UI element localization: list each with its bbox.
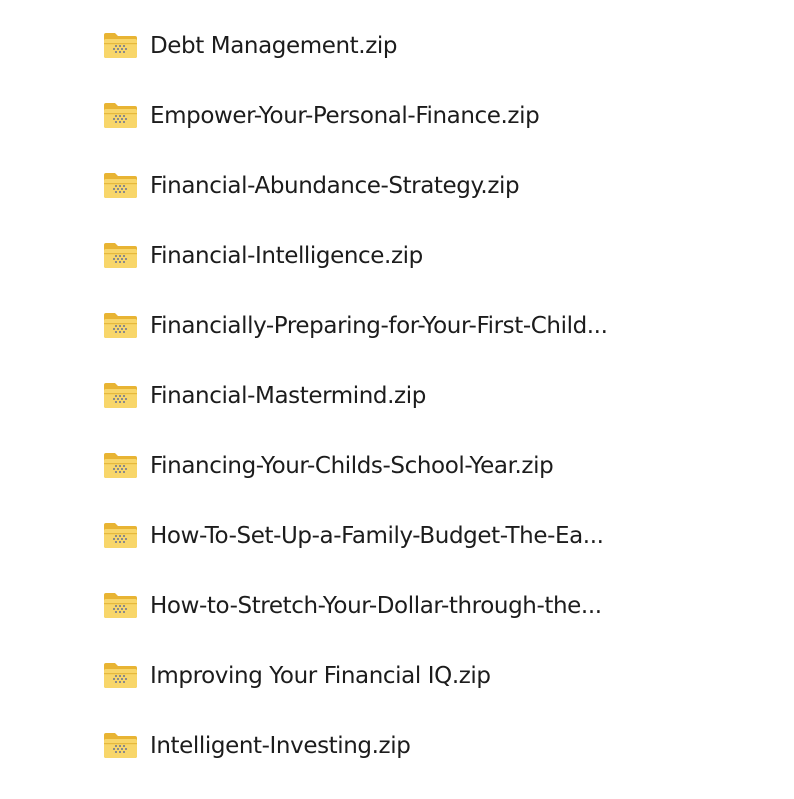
file-name: Empower-Your-Personal-Finance.zip <box>150 103 540 129</box>
file-name: Debt Management.zip <box>150 33 398 59</box>
zip-folder-icon <box>103 660 138 690</box>
zip-folder-icon <box>103 30 138 60</box>
file-item[interactable]: Improving Your Financial IQ.zip <box>103 659 743 729</box>
file-name: How-To-Set-Up-a-Family-Budget-The-Ea... <box>150 523 604 549</box>
zip-folder-icon <box>103 100 138 130</box>
file-item[interactable]: Debt Management.zip <box>103 29 743 99</box>
file-item[interactable]: Financially-Preparing-for-Your-First-Chi… <box>103 309 743 379</box>
file-name: Improving Your Financial IQ.zip <box>150 663 491 689</box>
file-item[interactable]: Intelligent-Investing.zip <box>103 729 743 799</box>
file-name: How-to-Stretch-Your-Dollar-through-the..… <box>150 593 602 619</box>
zip-folder-icon <box>103 520 138 550</box>
file-item[interactable]: How-To-Set-Up-a-Family-Budget-The-Ea... <box>103 519 743 589</box>
zip-folder-icon <box>103 450 138 480</box>
file-name: Intelligent-Investing.zip <box>150 733 411 759</box>
zip-folder-icon <box>103 380 138 410</box>
zip-folder-icon <box>103 170 138 200</box>
zip-folder-icon <box>103 590 138 620</box>
file-item[interactable]: Financing-Your-Childs-School-Year.zip <box>103 449 743 519</box>
file-name: Financial-Intelligence.zip <box>150 243 423 269</box>
file-item[interactable]: Financial-Intelligence.zip <box>103 239 743 309</box>
zip-folder-icon <box>103 310 138 340</box>
file-list: Debt Management.zip Empower-Your-Persona… <box>103 29 743 799</box>
file-item[interactable]: Financial-Mastermind.zip <box>103 379 743 449</box>
file-name: Financial-Mastermind.zip <box>150 383 426 409</box>
file-name: Financial-Abundance-Strategy.zip <box>150 173 520 199</box>
zip-folder-icon <box>103 240 138 270</box>
file-item[interactable]: Financial-Abundance-Strategy.zip <box>103 169 743 239</box>
file-item[interactable]: How-to-Stretch-Your-Dollar-through-the..… <box>103 589 743 659</box>
file-item[interactable]: Empower-Your-Personal-Finance.zip <box>103 99 743 169</box>
file-name: Financing-Your-Childs-School-Year.zip <box>150 453 554 479</box>
zip-folder-icon <box>103 730 138 760</box>
file-name: Financially-Preparing-for-Your-First-Chi… <box>150 313 608 339</box>
